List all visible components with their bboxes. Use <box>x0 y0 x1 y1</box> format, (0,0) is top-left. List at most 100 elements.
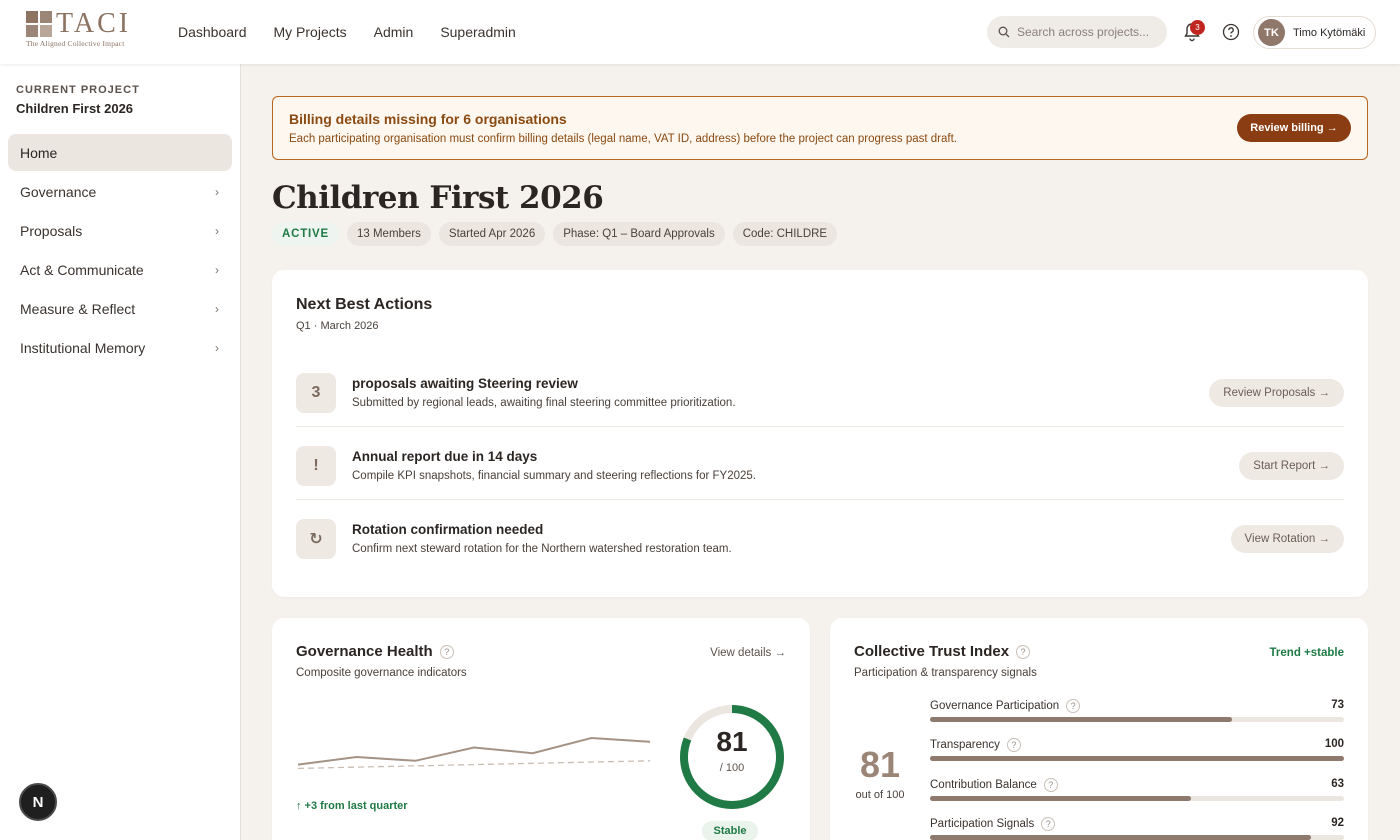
metric-bar <box>930 717 1344 722</box>
current-project-label: CURRENT PROJECT <box>16 84 140 96</box>
user-menu[interactable]: TK Timo Kytömäki <box>1253 16 1376 49</box>
metric-value: 63 <box>1331 778 1344 790</box>
action-description: Compile KPI snapshots, financial summary… <box>352 470 756 482</box>
metric-contribution-balance: Contribution Balance? 63 <box>930 778 1344 814</box>
chevron-right-icon: › <box>215 223 219 238</box>
alert-icon: ! <box>296 446 336 486</box>
chevron-right-icon: › <box>215 301 219 316</box>
metric-label: Governance Participation <box>930 700 1060 712</box>
taci-logo[interactable]: TACI The Aligned Collective Impact <box>26 8 136 51</box>
logo-wordmark: TACI <box>56 8 132 39</box>
chevron-right-icon: › <box>215 262 219 277</box>
metric-label: Contribution Balance <box>930 779 1037 791</box>
metric-label: Transparency <box>930 739 1000 751</box>
sidebar-item-institutional-memory[interactable]: Institutional Memory › <box>8 329 232 366</box>
baseline-line <box>297 760 651 770</box>
sidebar-item-act-communicate[interactable]: Act & Communicate › <box>8 251 232 288</box>
metric-bar-fill <box>930 835 1311 840</box>
count-icon: 3 <box>296 373 336 413</box>
action-title: proposals awaiting Steering review <box>352 376 578 391</box>
help-icon[interactable]: ? <box>439 644 454 659</box>
card-subtitle: Composite governance indicators <box>296 667 467 679</box>
billing-warning-banner: Billing details missing for 6 organisati… <box>272 96 1368 160</box>
nav-admin[interactable]: Admin <box>374 24 414 40</box>
governance-score-max: / 100 <box>719 762 745 774</box>
quarter-delta: ↑ +3 from last quarter <box>296 800 408 812</box>
trust-score-max: out of 100 <box>855 789 905 801</box>
search-bar[interactable] <box>987 16 1167 48</box>
governance-trend-sparkline <box>297 736 651 770</box>
action-description: Submitted by regional leads, awaiting fi… <box>352 397 736 409</box>
help-icon[interactable]: ? <box>1016 644 1031 659</box>
members-tag: 13 Members <box>346 222 431 246</box>
metric-value: 100 <box>1324 738 1344 750</box>
sidebar-item-measure-reflect[interactable]: Measure & Reflect › <box>8 290 232 327</box>
action-item: 3 proposals awaiting Steering review Sub… <box>296 354 1344 427</box>
card-title: Governance Health ? <box>296 643 454 660</box>
help-icon[interactable]: ? <box>1066 699 1081 713</box>
chevron-right-icon: › <box>215 184 219 199</box>
help-icon[interactable]: ? <box>1006 738 1021 752</box>
action-description: Confirm next steward rotation for the No… <box>352 543 732 555</box>
sidebar-item-label: Institutional Memory <box>20 339 146 356</box>
view-rotation-button[interactable]: View Rotation → <box>1230 525 1344 553</box>
user-name: Timo Kytömäki <box>1293 26 1366 39</box>
trend-line <box>297 736 651 766</box>
dev-tools-badge[interactable]: N <box>19 783 57 821</box>
review-billing-button[interactable]: Review billing → <box>1237 114 1351 142</box>
sidebar: CURRENT PROJECT Children First 2026 Home… <box>0 64 241 840</box>
start-date-tag: Started Apr 2026 <box>438 222 546 246</box>
metric-bar-fill <box>930 796 1191 801</box>
logo-tagline: The Aligned Collective Impact <box>26 39 125 48</box>
view-details-link[interactable]: View details → <box>710 647 786 659</box>
next-best-actions-card: Next Best Actions Q1 · March 2026 3 prop… <box>272 270 1368 597</box>
card-subtitle: Q1 · March 2026 <box>296 320 379 332</box>
metric-value: 73 <box>1331 699 1344 711</box>
metric-bar <box>930 756 1344 761</box>
metric-governance-participation: Governance Participation? 73 <box>930 699 1344 735</box>
metric-transparency: Transparency? 100 <box>930 738 1344 774</box>
metric-bar-fill <box>930 717 1233 722</box>
logo-mark-icon <box>26 11 52 37</box>
phase-tag: Phase: Q1 – Board Approvals <box>553 222 725 246</box>
main-nav: Dashboard My Projects Admin Superadmin <box>178 0 543 64</box>
sidebar-item-label: Governance <box>20 183 97 200</box>
top-bar: TACI The Aligned Collective Impact Dashb… <box>0 0 1400 64</box>
chevron-right-icon: › <box>215 340 219 355</box>
sidebar-item-proposals[interactable]: Proposals › <box>8 212 232 249</box>
action-title: Rotation confirmation needed <box>352 522 544 537</box>
banner-text: Each participating organisation must con… <box>289 133 957 145</box>
metric-bar-fill <box>930 756 1344 761</box>
code-tag: Code: CHILDRE <box>732 222 838 246</box>
nav-superadmin[interactable]: Superadmin <box>440 24 516 40</box>
sidebar-item-label: Proposals <box>20 222 83 239</box>
card-subtitle: Participation & transparency signals <box>854 667 1037 679</box>
project-tags: ACTIVE 13 Members Started Apr 2026 Phase… <box>272 222 838 246</box>
avatar: TK <box>1258 19 1285 46</box>
governance-health-card: Governance Health ? Composite governance… <box>272 618 810 840</box>
action-item: ↻ Rotation confirmation needed Confirm n… <box>296 500 1344 573</box>
card-title-text: Governance Health <box>296 643 433 660</box>
trust-score: 81 <box>859 744 901 785</box>
sidebar-item-home[interactable]: Home <box>8 134 232 171</box>
help-icon[interactable]: ? <box>1041 817 1056 831</box>
status-badge: Stable <box>702 821 758 840</box>
card-title-text: Collective Trust Index <box>854 643 1010 660</box>
help-icon[interactable]: ? <box>1043 778 1058 792</box>
sidebar-item-governance[interactable]: Governance › <box>8 173 232 210</box>
help-icon[interactable] <box>1222 23 1240 41</box>
review-proposals-button[interactable]: Review Proposals → <box>1209 379 1344 407</box>
start-report-button[interactable]: Start Report → <box>1239 452 1344 480</box>
card-title: Collective Trust Index ? <box>854 643 1031 660</box>
search-input[interactable] <box>1017 25 1157 39</box>
nav-dashboard[interactable]: Dashboard <box>178 24 247 40</box>
trend-indicator: Trend +stable <box>1269 647 1344 659</box>
banner-title: Billing details missing for 6 organisati… <box>289 111 567 127</box>
current-project-name: Children First 2026 <box>16 101 134 116</box>
nav-my-projects[interactable]: My Projects <box>274 24 347 40</box>
action-title: Annual report due in 14 days <box>352 449 538 464</box>
card-title: Next Best Actions <box>296 296 433 313</box>
collective-trust-card: Collective Trust Index ? Participation &… <box>830 618 1368 840</box>
sidebar-item-label: Act & Communicate <box>20 261 144 278</box>
metric-participation-signals: Participation Signals? 92 <box>930 817 1344 840</box>
